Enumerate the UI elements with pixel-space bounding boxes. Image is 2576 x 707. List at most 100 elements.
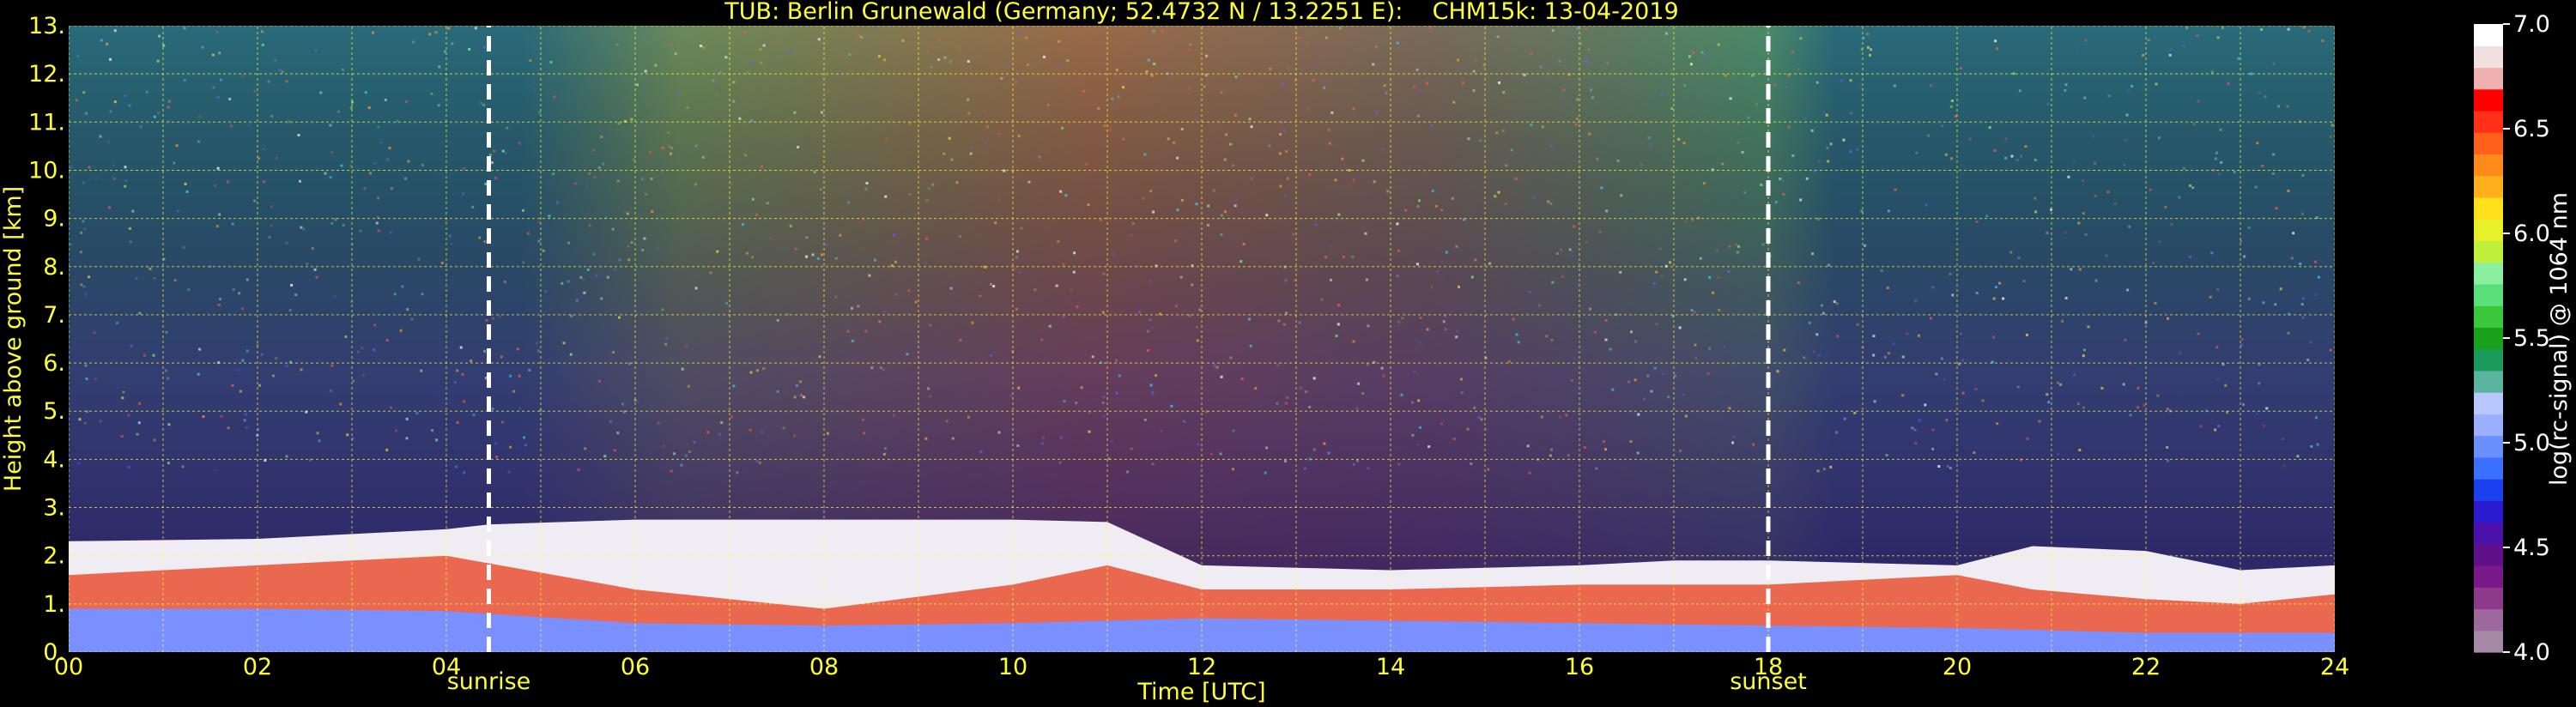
speckle — [1076, 305, 1079, 309]
speckle — [2256, 142, 2259, 145]
speckle — [2301, 173, 2305, 177]
speckle — [112, 177, 116, 180]
speckle — [2129, 414, 2132, 417]
speckle — [285, 80, 288, 83]
speckle — [1118, 374, 1121, 378]
speckle — [626, 212, 629, 215]
speckle — [330, 364, 334, 367]
speckle — [367, 106, 371, 110]
colorbar-segment — [2474, 132, 2503, 155]
speckle — [211, 53, 215, 57]
speckle — [120, 435, 124, 438]
speckle — [2164, 205, 2167, 208]
speckle — [346, 433, 349, 437]
speckle — [2209, 295, 2212, 299]
speckle — [1850, 112, 1853, 115]
speckle — [1655, 323, 1658, 326]
speckle — [201, 45, 204, 49]
speckle — [2189, 255, 2192, 258]
speckle — [811, 253, 815, 257]
speckle — [562, 341, 566, 345]
speckle — [1194, 66, 1197, 69]
speckle — [2296, 455, 2300, 458]
speckle — [892, 414, 895, 417]
speckle — [156, 59, 160, 63]
speckle — [1341, 157, 1344, 160]
speckle — [2166, 446, 2169, 449]
speckle — [1494, 195, 1497, 198]
y-tick-label: 1. — [43, 591, 65, 618]
speckle — [1892, 341, 1895, 345]
speckle — [275, 357, 278, 360]
speckle — [2272, 153, 2276, 156]
speckle — [997, 133, 1000, 136]
speckle — [461, 192, 464, 196]
speckle — [618, 258, 621, 262]
speckle — [743, 30, 747, 33]
speckle — [1810, 129, 1814, 132]
speckle — [1286, 396, 1288, 399]
speckle — [528, 368, 531, 372]
speckle — [1550, 448, 1553, 451]
speckle — [542, 249, 545, 252]
speckle — [302, 227, 306, 231]
y-tick-label: 5. — [43, 398, 65, 425]
speckle — [385, 448, 389, 451]
speckle — [1803, 356, 1806, 360]
speckle — [1901, 394, 1905, 397]
colorbar-tick-label: 7.0 — [2513, 11, 2550, 38]
speckle — [229, 124, 233, 128]
speckle — [1634, 340, 1638, 343]
speckle — [712, 79, 715, 82]
speckle — [1829, 465, 1833, 468]
speckle — [556, 201, 559, 204]
speckle — [1142, 197, 1145, 200]
speckle — [1737, 141, 1740, 144]
speckle — [665, 336, 669, 340]
speckle — [893, 233, 896, 237]
speckle — [478, 236, 482, 239]
speckle — [762, 44, 766, 47]
speckle — [645, 193, 647, 196]
speckle — [718, 432, 721, 436]
speckle — [412, 40, 415, 44]
speckle — [1781, 179, 1785, 183]
speckle — [1906, 332, 1909, 335]
speckle — [219, 298, 221, 301]
speckle — [794, 247, 797, 251]
speckle — [1914, 442, 1918, 445]
speckle — [2016, 385, 2020, 389]
speckle — [1866, 33, 1870, 36]
speckle — [882, 368, 885, 372]
speckle — [1203, 85, 1206, 88]
speckle — [1416, 205, 1420, 208]
x-tick-label: 06 — [621, 654, 650, 680]
speckle — [676, 93, 680, 96]
speckle — [1474, 258, 1477, 262]
speckle — [714, 81, 718, 84]
speckle — [2217, 172, 2221, 176]
speckle — [1472, 69, 1476, 73]
speckle — [2082, 348, 2086, 352]
speckle — [82, 220, 85, 223]
speckle — [1929, 317, 1932, 320]
speckle — [122, 390, 125, 394]
speckle — [1532, 196, 1536, 200]
speckle — [218, 51, 221, 55]
speckle — [2084, 39, 2088, 42]
speckle — [1568, 248, 1572, 251]
speckle — [333, 295, 336, 298]
speckle — [2240, 239, 2243, 243]
speckle — [2314, 416, 2318, 420]
speckle — [1330, 278, 1332, 281]
speckle — [1575, 117, 1579, 120]
speckle — [1055, 284, 1058, 287]
speckle — [504, 281, 506, 283]
speckle — [1182, 420, 1185, 423]
speckle — [1298, 36, 1301, 39]
speckle — [70, 166, 73, 169]
speckle — [1281, 82, 1284, 86]
speckle — [885, 137, 888, 141]
speckle — [1075, 402, 1078, 405]
speckle — [1930, 84, 1932, 88]
